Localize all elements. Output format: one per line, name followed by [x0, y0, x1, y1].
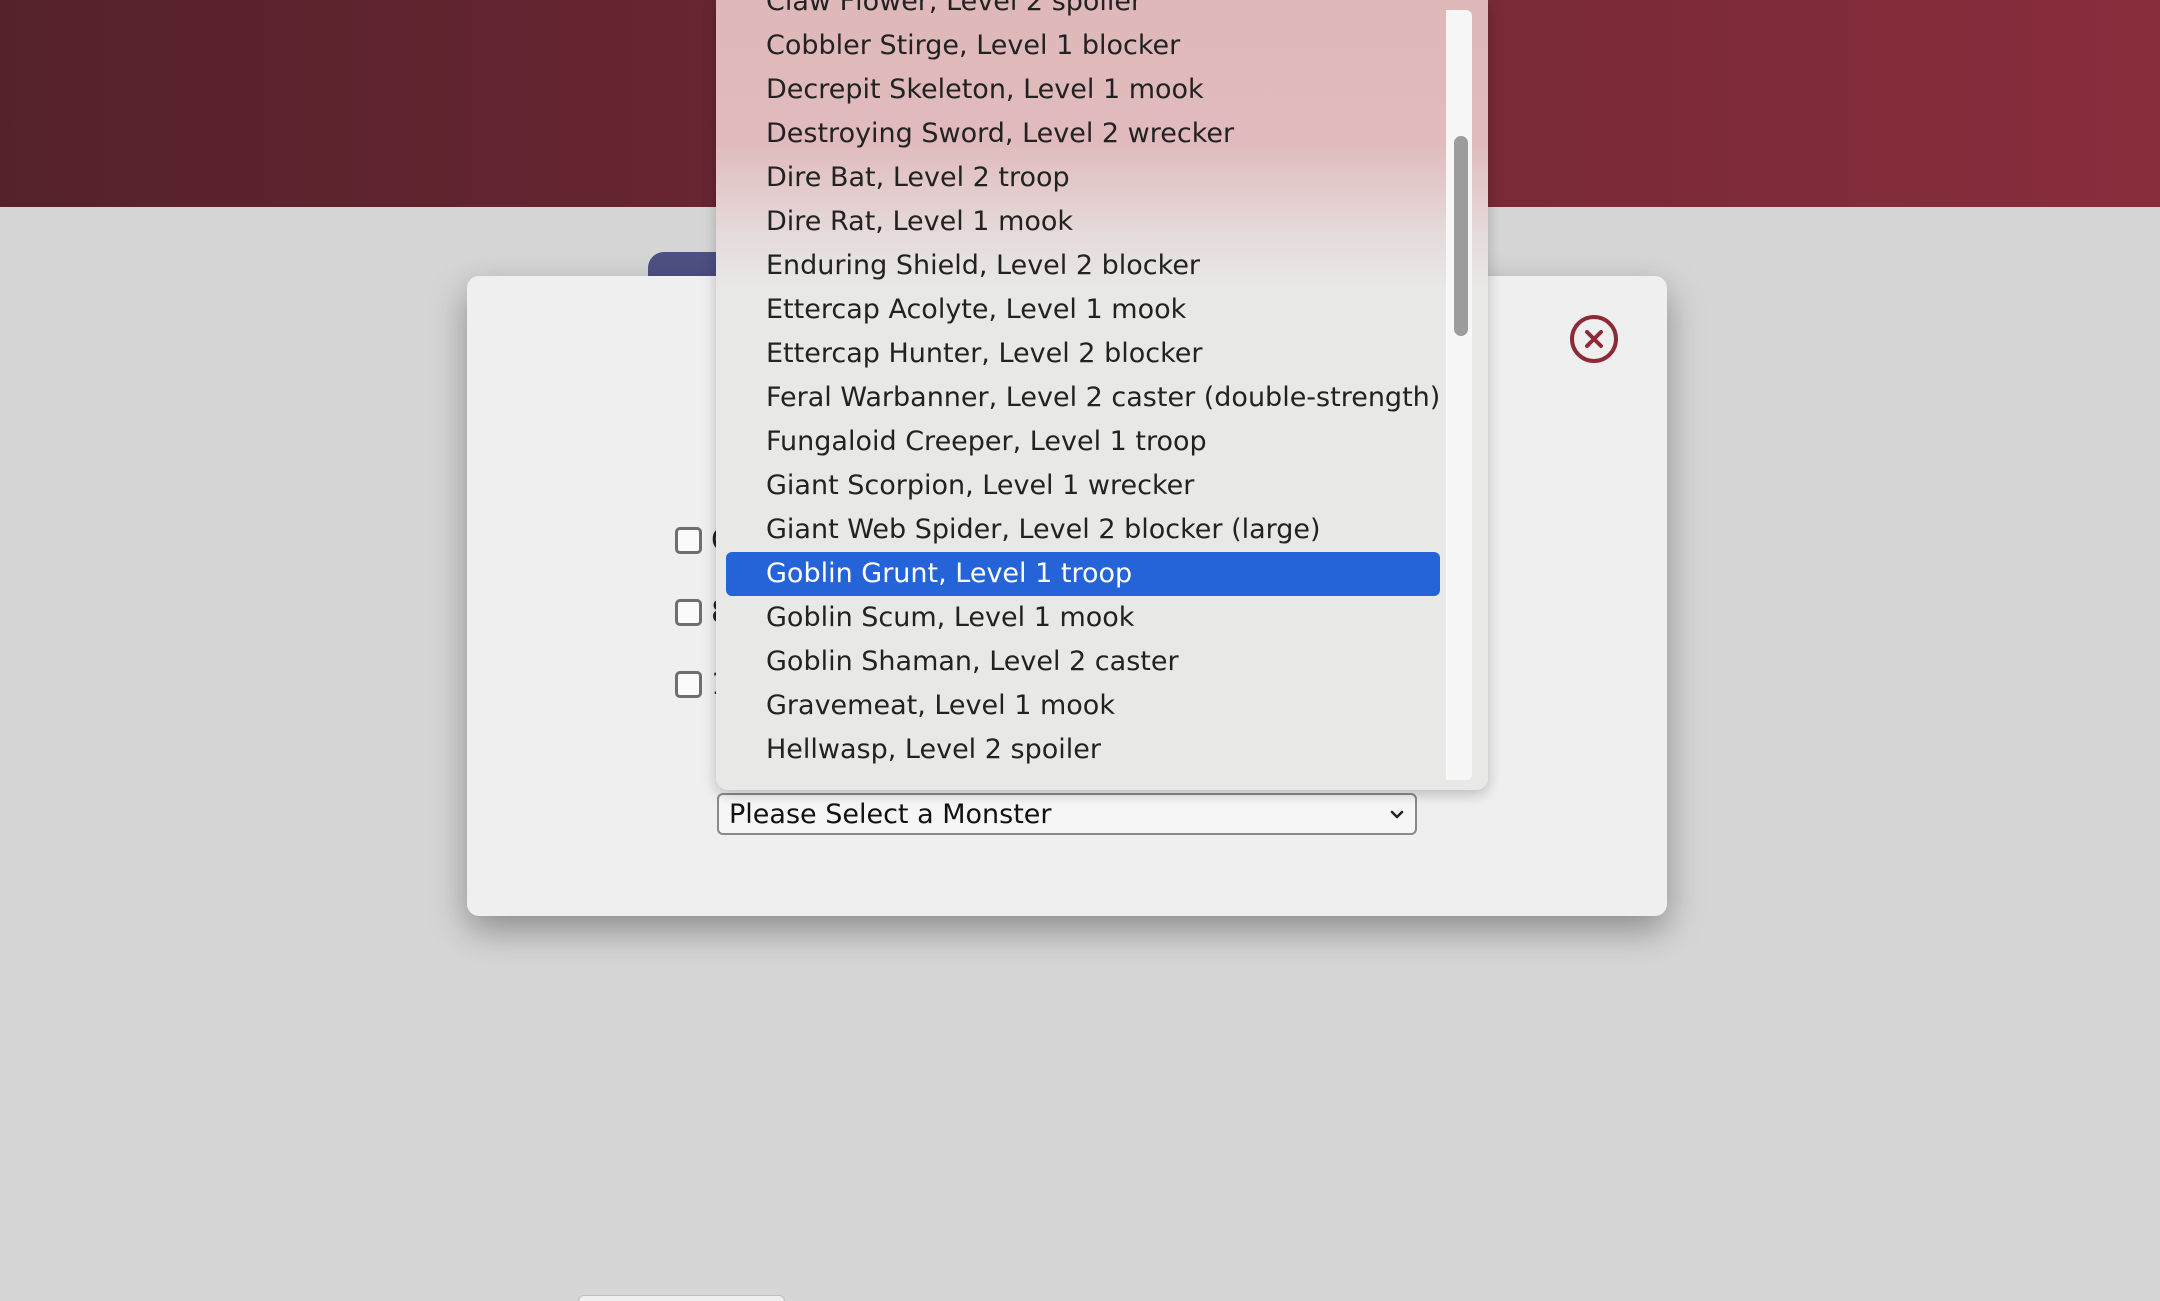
dropdown-option-selected[interactable]: Goblin Grunt, Level 1 troop	[726, 552, 1440, 596]
dropdown-option[interactable]: Ettercap Hunter, Level 2 blocker	[726, 332, 1440, 376]
dropdown-option[interactable]: Cobbler Stirge, Level 1 blocker	[726, 24, 1440, 68]
dropdown-option[interactable]: Dire Bat, Level 2 troop	[726, 156, 1440, 200]
monster-select[interactable]: Please Select a Monster	[717, 793, 1417, 835]
dropdown-scrollbar[interactable]	[1446, 10, 1472, 780]
dropdown-option[interactable]: Enduring Shield, Level 2 blocker	[726, 244, 1440, 288]
dropdown-option[interactable]: Claw Flower, Level 2 spoiler	[726, 0, 1440, 24]
dropdown-option[interactable]: Fungaloid Creeper, Level 1 troop	[726, 420, 1440, 464]
bottom-tab[interactable]	[578, 1295, 785, 1301]
close-circle-icon	[1585, 330, 1603, 348]
dropdown-option[interactable]: Goblin Shaman, Level 2 caster	[726, 640, 1440, 684]
dropdown-option[interactable]: Gravemeat, Level 1 mook	[726, 684, 1440, 728]
dropdown-option[interactable]: Feral Warbanner, Level 2 caster (double-…	[726, 376, 1440, 420]
monster-option-list: Claw Flower, Level 2 spoiler Cobbler Stir…	[726, 0, 1440, 772]
checkbox-2[interactable]	[675, 598, 702, 626]
chevron-down-icon	[1390, 810, 1404, 819]
dropdown-option[interactable]: Destroying Sword, Level 2 wrecker	[726, 112, 1440, 156]
close-button[interactable]	[1570, 315, 1618, 363]
dropdown-option[interactable]: Hellwasp, Level 2 spoiler	[726, 728, 1440, 772]
checkbox-3[interactable]	[675, 670, 702, 698]
dropdown-option[interactable]: Goblin Scum, Level 1 mook	[726, 596, 1440, 640]
monster-dropdown[interactable]: Claw Flower, Level 2 spoiler Cobbler Stir…	[716, 0, 1488, 790]
dropdown-option[interactable]: Giant Web Spider, Level 2 blocker (large…	[726, 508, 1440, 552]
dropdown-option[interactable]: Decrepit Skeleton, Level 1 mook	[726, 68, 1440, 112]
monster-select-value: Please Select a Monster	[729, 798, 1052, 830]
checkbox-1[interactable]	[675, 526, 702, 554]
dropdown-option[interactable]: Ettercap Acolyte, Level 1 mook	[726, 288, 1440, 332]
dropdown-scrollbar-thumb[interactable]	[1454, 136, 1468, 336]
dropdown-option[interactable]: Giant Scorpion, Level 1 wrecker	[726, 464, 1440, 508]
dropdown-option[interactable]: Dire Rat, Level 1 mook	[726, 200, 1440, 244]
